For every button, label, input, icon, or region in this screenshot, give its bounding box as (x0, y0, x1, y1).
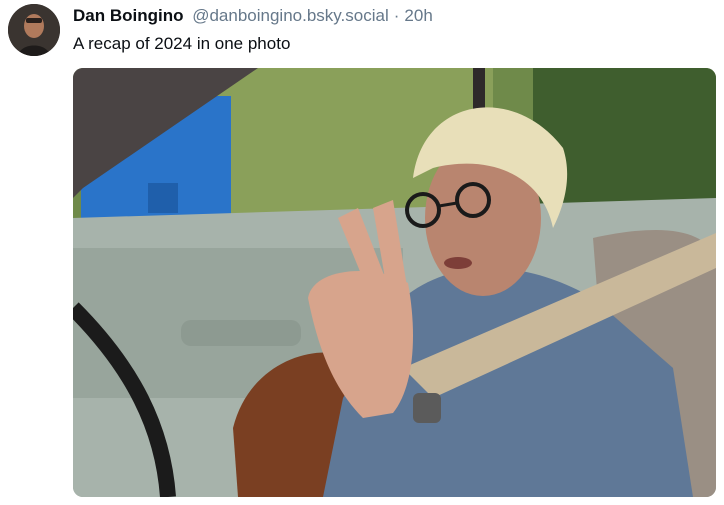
avatar-image (8, 4, 60, 56)
post-text: A recap of 2024 in one photo (73, 34, 291, 53)
author-handle[interactable]: @danboingino.bsky.social (192, 6, 389, 25)
post-timestamp[interactable]: 20h (404, 6, 432, 25)
post-image[interactable] (73, 68, 716, 497)
separator-dot: · (393, 6, 400, 25)
author-name[interactable]: Dan Boingino (73, 6, 183, 25)
post-header: Dan Boingino @danboingino.bsky.social · 20… (73, 5, 714, 29)
photo-illustration (73, 68, 716, 497)
post-card[interactable]: Dan Boingino @danboingino.bsky.social · 20… (0, 0, 724, 505)
avatar[interactable] (8, 4, 60, 56)
